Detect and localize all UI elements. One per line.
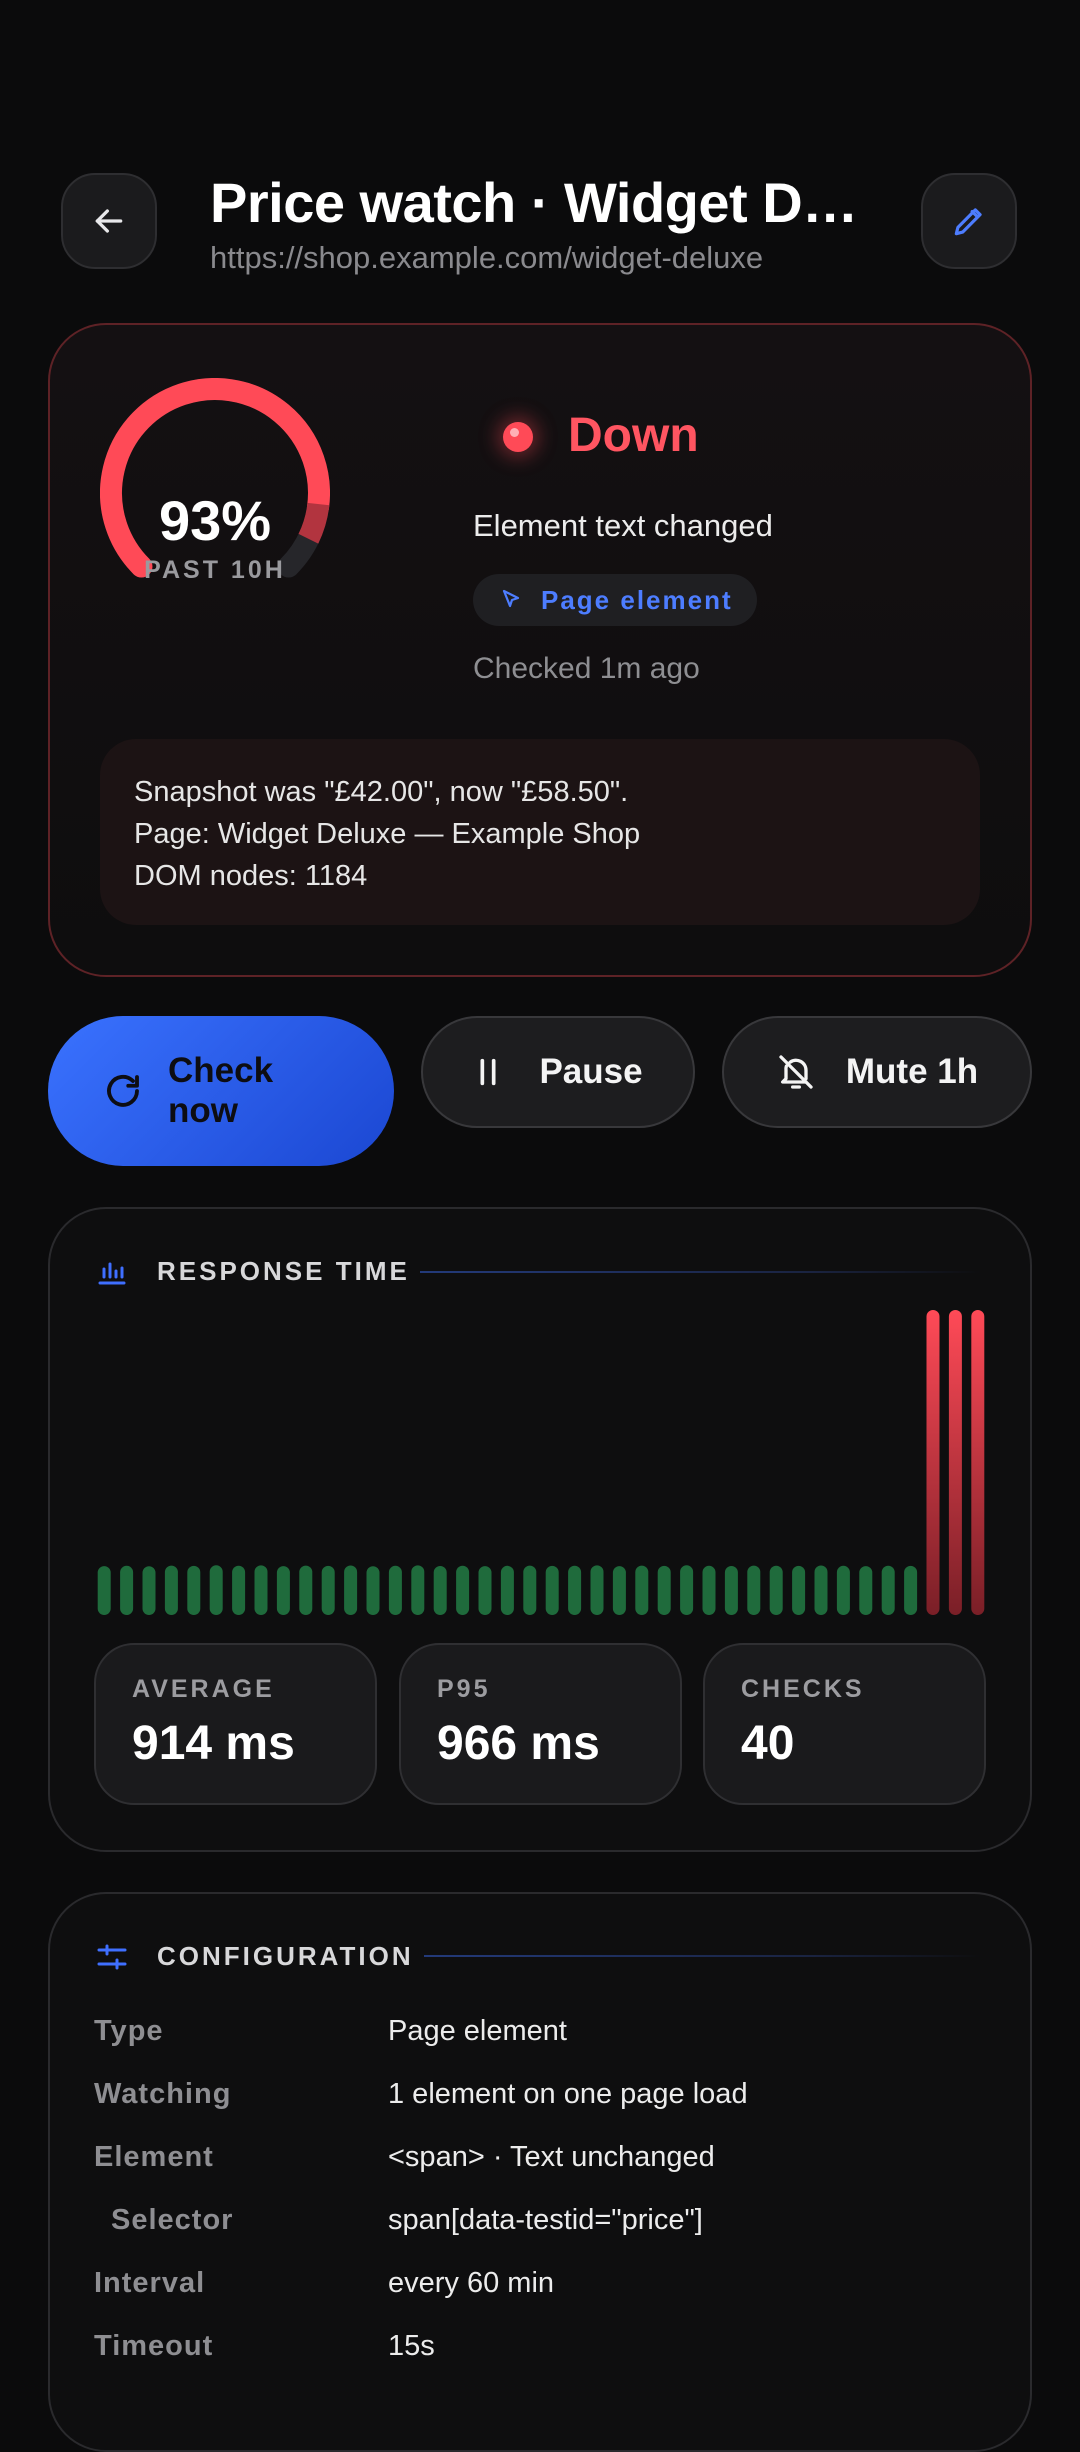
chart-bar-up bbox=[814, 1565, 828, 1615]
bar-chart-icon bbox=[98, 1262, 126, 1284]
chart-bar-up bbox=[657, 1565, 671, 1615]
chart-bar-up bbox=[254, 1565, 268, 1615]
section-divider bbox=[424, 1955, 980, 1957]
chart-bar-up bbox=[500, 1565, 514, 1615]
snapshot-line: Snapshot was "£42.00", now "£58.50". bbox=[134, 776, 629, 808]
chart-bar-up bbox=[142, 1566, 156, 1615]
chart-bar-up bbox=[433, 1566, 447, 1615]
arrow-left-icon bbox=[95, 209, 123, 233]
chart-bar-up bbox=[904, 1565, 918, 1615]
stat-label: CHECKS bbox=[741, 1675, 865, 1703]
status-dot-icon bbox=[503, 422, 533, 452]
stat-p95: P95 966 ms bbox=[399, 1643, 682, 1805]
status-reason: Element text changed bbox=[473, 508, 773, 543]
chart-bar-up bbox=[187, 1565, 201, 1615]
pencil-icon bbox=[954, 208, 982, 236]
config-key: Type bbox=[94, 2015, 164, 2047]
chart-bar-up bbox=[388, 1565, 402, 1615]
response-time-chart bbox=[97, 1310, 985, 1615]
pause-icon bbox=[480, 1058, 496, 1086]
last-checked: Checked 1m ago bbox=[473, 652, 700, 685]
monitor-type-chip: Page element bbox=[473, 574, 757, 626]
stat-value: 40 bbox=[741, 1717, 795, 1770]
chart-bar-up bbox=[792, 1565, 806, 1615]
stat-average: AVERAGE 914 ms bbox=[94, 1643, 377, 1805]
chart-bar-up bbox=[411, 1565, 425, 1615]
config-value: <span> · Text unchanged bbox=[388, 2141, 715, 2173]
chart-bar-up bbox=[836, 1565, 850, 1615]
snapshot-line: DOM nodes: 1184 bbox=[134, 860, 368, 892]
config-key: Watching bbox=[94, 2078, 232, 2110]
chart-bar-up bbox=[590, 1565, 604, 1615]
config-key: Selector bbox=[111, 2204, 234, 2236]
config-value: 15s bbox=[388, 2330, 435, 2362]
chart-bar-down bbox=[948, 1310, 962, 1615]
back-button[interactable] bbox=[61, 173, 157, 269]
chart-bar-down bbox=[971, 1310, 985, 1615]
configuration-header: CONFIGURATION bbox=[97, 1941, 414, 1972]
chart-bar-up bbox=[612, 1566, 626, 1615]
stat-checks: CHECKS 40 bbox=[703, 1643, 986, 1805]
chart-bar-up bbox=[635, 1565, 649, 1615]
pause-button[interactable]: Pause bbox=[421, 1016, 695, 1128]
configuration-title: CONFIGURATION bbox=[157, 1941, 414, 1971]
chart-bar-down bbox=[926, 1310, 940, 1615]
chart-bar-up bbox=[545, 1565, 559, 1615]
config-value: every 60 min bbox=[388, 2267, 555, 2299]
chart-bar-up bbox=[456, 1565, 470, 1615]
chart-bar-up bbox=[97, 1566, 111, 1615]
config-key: Interval bbox=[94, 2267, 206, 2299]
mute-label: Mute 1h bbox=[845, 1052, 979, 1091]
chart-bar-up bbox=[209, 1565, 223, 1615]
monitor-type-label: Page element bbox=[541, 584, 733, 615]
edit-button[interactable] bbox=[921, 173, 1017, 269]
chart-bar-up bbox=[366, 1566, 380, 1615]
monitor-url: https://shop.example.com/widget-deluxe bbox=[210, 240, 764, 275]
chart-bar-up bbox=[299, 1565, 313, 1615]
status-state: Down bbox=[568, 409, 699, 462]
chart-bar-up bbox=[680, 1565, 694, 1615]
config-key: Timeout bbox=[94, 2330, 214, 2362]
chart-bar-up bbox=[523, 1565, 537, 1615]
chart-bar-up bbox=[232, 1565, 246, 1615]
uptime-label: PAST 10H bbox=[144, 556, 286, 584]
section-divider bbox=[420, 1271, 980, 1273]
check-now-label: Check now bbox=[168, 1051, 274, 1130]
chart-bar-up bbox=[724, 1566, 738, 1615]
config-key: Element bbox=[94, 2141, 214, 2173]
sliders-icon bbox=[97, 1944, 127, 1969]
stat-value: 914 ms bbox=[132, 1717, 295, 1770]
chart-bar-up bbox=[120, 1565, 134, 1615]
check-now-button[interactable]: Check now bbox=[48, 1016, 394, 1166]
stat-label: P95 bbox=[437, 1675, 491, 1703]
chart-bar-up bbox=[769, 1565, 783, 1615]
stat-label: AVERAGE bbox=[132, 1675, 275, 1703]
snapshot-line: Page: Widget Deluxe — Example Shop bbox=[134, 818, 641, 850]
chart-bar-up bbox=[859, 1566, 873, 1615]
cursor-pointer-icon bbox=[502, 589, 520, 608]
chart-bar-up bbox=[344, 1565, 358, 1615]
snapshot-box: Snapshot was "£42.00", now "£58.50". Pag… bbox=[100, 739, 980, 925]
bell-off-icon bbox=[779, 1055, 813, 1089]
uptime-value: 93% bbox=[158, 489, 272, 552]
chart-bar-up bbox=[276, 1566, 290, 1615]
chart-bar-up bbox=[321, 1565, 335, 1615]
chart-bar-up bbox=[568, 1565, 582, 1615]
pause-label: Pause bbox=[539, 1052, 643, 1091]
config-value: 1 element on one page load bbox=[388, 2078, 748, 2110]
page-title: Price watch · Widget Del... bbox=[210, 171, 870, 234]
chart-bar-up bbox=[164, 1565, 178, 1615]
refresh-icon bbox=[107, 1074, 139, 1107]
mute-button[interactable]: Mute 1h bbox=[722, 1016, 1032, 1128]
stat-value: 966 ms bbox=[437, 1717, 600, 1770]
response-time-title: RESPONSE TIME bbox=[157, 1256, 410, 1286]
chart-bar-up bbox=[478, 1566, 492, 1615]
chart-bar-up bbox=[747, 1565, 761, 1615]
response-time-header: RESPONSE TIME bbox=[97, 1256, 410, 1287]
config-value: Page element bbox=[388, 2015, 567, 2047]
chart-bar-up bbox=[881, 1565, 895, 1615]
chart-bar-up bbox=[702, 1565, 716, 1615]
config-value: span[data-testid="price"] bbox=[388, 2204, 703, 2236]
